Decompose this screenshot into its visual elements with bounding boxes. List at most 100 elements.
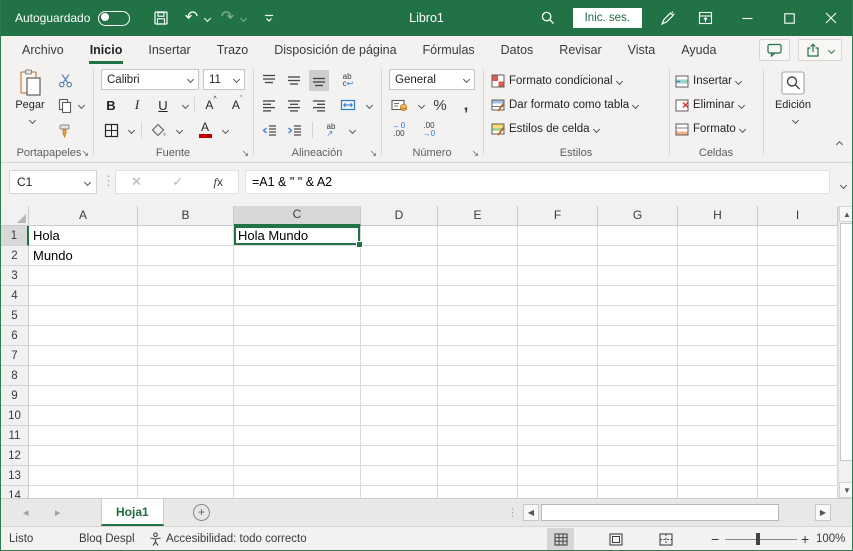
cell-H5[interactable]: [678, 306, 758, 326]
column-header-G[interactable]: G: [598, 206, 678, 226]
cell-D6[interactable]: [361, 326, 438, 346]
cell-A8[interactable]: [29, 366, 138, 386]
format-painter-button[interactable]: [55, 120, 75, 141]
quick-access-customize-button[interactable]: [252, 0, 286, 36]
sheet-next-button[interactable]: ▸: [55, 499, 61, 526]
italic-button[interactable]: I: [127, 95, 147, 116]
row-header-1[interactable]: 1: [1, 226, 29, 246]
row-header-9[interactable]: 9: [1, 386, 29, 406]
comma-style-button[interactable]: ,: [456, 95, 476, 116]
merge-center-button[interactable]: [338, 95, 358, 116]
page-break-view-button[interactable]: [652, 528, 679, 550]
cell-D7[interactable]: [361, 346, 438, 366]
cell-A9[interactable]: [29, 386, 138, 406]
cell-H11[interactable]: [678, 426, 758, 446]
column-header-A[interactable]: A: [29, 206, 138, 226]
cell-I7[interactable]: [758, 346, 838, 366]
cell-A10[interactable]: [29, 406, 138, 426]
cell-H13[interactable]: [678, 466, 758, 486]
align-right-button[interactable]: [309, 95, 329, 116]
name-box[interactable]: C1: [9, 170, 97, 194]
cell-I1[interactable]: [758, 226, 838, 246]
row-header-4[interactable]: 4: [1, 286, 29, 306]
cell-D11[interactable]: [361, 426, 438, 446]
tab-disposicion[interactable]: Disposición de página: [261, 36, 409, 64]
autosave-toggle[interactable]: [98, 10, 131, 26]
cell-F6[interactable]: [518, 326, 598, 346]
insert-function-button[interactable]: fx: [214, 175, 223, 190]
tab-split-handle[interactable]: ⋮: [507, 506, 519, 519]
cell-B12[interactable]: [138, 446, 234, 466]
cell-G10[interactable]: [598, 406, 678, 426]
maximize-button[interactable]: [768, 0, 810, 36]
font-color-button[interactable]: A: [195, 120, 215, 141]
cell-A2[interactable]: Mundo: [29, 246, 138, 266]
cell-A5[interactable]: [29, 306, 138, 326]
conditional-formatting-button[interactable]: Formato condicional: [491, 71, 623, 92]
formula-input[interactable]: =A1 & " " & A2: [245, 170, 830, 194]
cell-A13[interactable]: [29, 466, 138, 486]
cell-F11[interactable]: [518, 426, 598, 446]
cell-A6[interactable]: [29, 326, 138, 346]
copy-button[interactable]: [55, 95, 75, 116]
cell-C8[interactable]: [234, 366, 361, 386]
cell-A1[interactable]: Hola: [29, 226, 138, 246]
percent-style-button[interactable]: %: [430, 95, 450, 116]
editing-button[interactable]: Edición: [769, 70, 817, 129]
cell-D2[interactable]: [361, 246, 438, 266]
cell-D3[interactable]: [361, 266, 438, 286]
vertical-scroll-thumb[interactable]: [840, 223, 852, 461]
normal-view-button[interactable]: [547, 528, 574, 550]
scroll-down-button[interactable]: ▼: [839, 482, 852, 498]
zoom-in-button[interactable]: +: [801, 527, 809, 550]
column-header-I[interactable]: I: [758, 206, 838, 226]
cell-A7[interactable]: [29, 346, 138, 366]
column-header-E[interactable]: E: [438, 206, 518, 226]
cell-B1[interactable]: [138, 226, 234, 246]
decrease-indent-button[interactable]: [259, 120, 279, 141]
cell-B13[interactable]: [138, 466, 234, 486]
cell-G13[interactable]: [598, 466, 678, 486]
align-middle-button[interactable]: [284, 70, 304, 91]
zoom-level[interactable]: 100%: [816, 527, 845, 550]
cell-F4[interactable]: [518, 286, 598, 306]
cancel-formula-button[interactable]: ✕: [131, 174, 142, 190]
row-header-8[interactable]: 8: [1, 366, 29, 386]
row-header-6[interactable]: 6: [1, 326, 29, 346]
cell-E12[interactable]: [438, 446, 518, 466]
tab-trazo[interactable]: Trazo: [204, 36, 262, 64]
new-sheet-button[interactable]: +: [193, 504, 210, 521]
sheet-tab-hoja1[interactable]: Hoja1: [101, 499, 164, 526]
cell-B4[interactable]: [138, 286, 234, 306]
cell-I8[interactable]: [758, 366, 838, 386]
cell-G8[interactable]: [598, 366, 678, 386]
zoom-slider-thumb[interactable]: [756, 533, 760, 545]
grow-font-button[interactable]: A^: [201, 95, 221, 116]
cell-E10[interactable]: [438, 406, 518, 426]
row-header-10[interactable]: 10: [1, 406, 29, 426]
cell-I10[interactable]: [758, 406, 838, 426]
column-header-F[interactable]: F: [518, 206, 598, 226]
cell-H6[interactable]: [678, 326, 758, 346]
cell-F13[interactable]: [518, 466, 598, 486]
alignment-dialog-launcher[interactable]: ↘: [369, 149, 377, 158]
accounting-format-button[interactable]: [389, 95, 409, 116]
cell-B5[interactable]: [138, 306, 234, 326]
format-as-table-button[interactable]: Dar formato como tabla: [491, 95, 640, 116]
cell-E7[interactable]: [438, 346, 518, 366]
cell-F9[interactable]: [518, 386, 598, 406]
cell-B2[interactable]: [138, 246, 234, 266]
cell-G4[interactable]: [598, 286, 678, 306]
cell-I4[interactable]: [758, 286, 838, 306]
number-format-select[interactable]: General: [389, 69, 475, 90]
cell-H14[interactable]: [678, 486, 758, 498]
cell-H1[interactable]: [678, 226, 758, 246]
cell-F14[interactable]: [518, 486, 598, 498]
expand-formula-bar-button[interactable]: [837, 177, 848, 195]
cell-E9[interactable]: [438, 386, 518, 406]
cell-F8[interactable]: [518, 366, 598, 386]
cell-H12[interactable]: [678, 446, 758, 466]
sheet-prev-button[interactable]: ◂: [23, 499, 29, 526]
shrink-font-button[interactable]: Aˇ: [227, 95, 247, 116]
cell-C3[interactable]: [234, 266, 361, 286]
